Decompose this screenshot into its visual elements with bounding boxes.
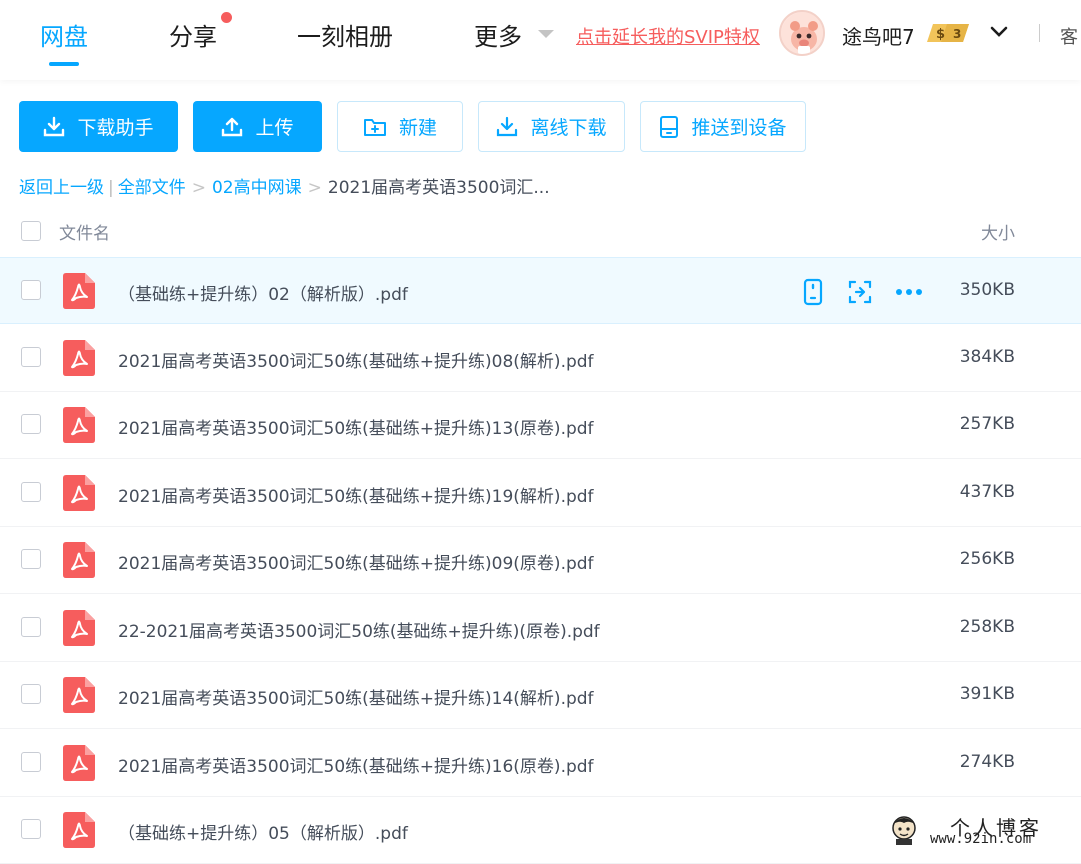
new-folder-button[interactable]: 新建 bbox=[337, 101, 463, 152]
share-link-icon[interactable] bbox=[847, 278, 873, 306]
push-to-device-label: 推送到设备 bbox=[691, 117, 787, 139]
cartoon-face-icon bbox=[892, 816, 916, 845]
blog-watermark: 个人博客 www.92in.com bbox=[888, 812, 1081, 852]
device-icon bbox=[660, 115, 679, 138]
file-name[interactable]: 2021届高考英语3500词汇50练(基础练+提升练)14(解析).pdf bbox=[118, 684, 594, 709]
chevron-down-icon[interactable] bbox=[538, 30, 554, 38]
file-size: 437KB bbox=[959, 482, 1015, 502]
download-helper-button[interactable]: 下载助手 bbox=[19, 101, 178, 152]
push-to-device-button[interactable]: 推送到设备 bbox=[640, 101, 806, 152]
file-name[interactable]: 2021届高考英语3500词汇50练(基础练+提升练)09(原卷).pdf bbox=[118, 549, 594, 574]
nav-tab-more[interactable]: 更多 bbox=[474, 17, 522, 52]
file-size: 350KB bbox=[959, 280, 1015, 300]
file-name[interactable]: 22-2021届高考英语3500词汇50练(基础练+提升练)(原卷).pdf bbox=[118, 617, 600, 642]
row-checkbox[interactable] bbox=[21, 752, 41, 772]
upload-label: 上传 bbox=[255, 117, 294, 139]
file-size: 274KB bbox=[959, 752, 1015, 772]
nav-tab-share[interactable]: 分享 bbox=[169, 17, 217, 52]
pdf-file-icon bbox=[63, 407, 95, 443]
username[interactable]: 途鸟吧7 bbox=[842, 21, 915, 50]
file-name[interactable]: （基础练+提升练）02（解析版）.pdf bbox=[118, 280, 408, 305]
notification-dot bbox=[221, 12, 232, 23]
pdf-file-icon bbox=[63, 340, 95, 376]
breadcrumb-separator: > bbox=[191, 178, 206, 198]
watermark-url: www.92in.com bbox=[930, 831, 1032, 847]
vip-level-text: 3 bbox=[953, 27, 961, 41]
row-checkbox[interactable] bbox=[21, 347, 41, 367]
row-checkbox[interactable] bbox=[21, 819, 41, 839]
file-size: 258KB bbox=[959, 617, 1015, 637]
chevron-down-icon[interactable] bbox=[990, 24, 1008, 40]
pdf-file-icon bbox=[63, 610, 95, 646]
file-row[interactable]: 2021届高考英语3500词汇50练(基础练+提升练)09(原卷).pdf 256… bbox=[0, 527, 1081, 594]
file-size: 256KB bbox=[959, 549, 1015, 569]
file-row[interactable]: 2021届高考英语3500词汇50练(基础练+提升练)14(解析).pdf 391… bbox=[0, 662, 1081, 729]
row-checkbox[interactable] bbox=[21, 482, 41, 502]
pdf-file-icon bbox=[63, 542, 95, 578]
pdf-file-icon bbox=[63, 677, 95, 713]
row-checkbox[interactable] bbox=[21, 549, 41, 569]
file-row[interactable]: 22-2021届高考英语3500词汇50练(基础练+提升练)(原卷).pdf 25… bbox=[0, 595, 1081, 662]
file-row[interactable]: 2021届高考英语3500词汇50练(基础练+提升练)08(解析).pdf 384… bbox=[0, 325, 1081, 392]
file-size: 391KB bbox=[959, 684, 1015, 704]
file-size: 257KB bbox=[959, 414, 1015, 434]
pdf-file-icon bbox=[63, 812, 95, 848]
file-name[interactable]: 2021届高考英语3500词汇50练(基础练+提升练)13(原卷).pdf bbox=[118, 414, 594, 439]
svip-renew-link[interactable]: 点击延长我的SVIP特权 bbox=[576, 23, 760, 49]
breadcrumb-all-files[interactable]: 全部文件 bbox=[118, 178, 186, 198]
new-folder-label: 新建 bbox=[398, 117, 437, 139]
file-row[interactable]: 2021届高考英语3500词汇50练(基础练+提升练)13(原卷).pdf 257… bbox=[0, 392, 1081, 459]
upload-icon bbox=[222, 117, 243, 136]
nav-tab-netdisk[interactable]: 网盘 bbox=[40, 17, 88, 52]
file-row[interactable]: 2021届高考英语3500词汇50练(基础练+提升练)19(解析).pdf 437… bbox=[0, 460, 1081, 527]
vip-level-badge: $ 3 bbox=[925, 22, 973, 44]
file-row[interactable]: 2021届高考英语3500词汇50练(基础练+提升练)16(原卷).pdf 274… bbox=[0, 730, 1081, 797]
offline-download-label: 离线下载 bbox=[530, 117, 607, 139]
breadcrumb: 返回上一级 | 全部文件 >02高中网课 >2021届高考英语3500词汇... bbox=[19, 173, 550, 198]
row-checkbox[interactable] bbox=[21, 280, 41, 300]
nav-divider bbox=[1039, 24, 1040, 42]
file-name[interactable]: 2021届高考英语3500词汇50练(基础练+提升练)19(解析).pdf bbox=[118, 482, 594, 507]
select-all-checkbox[interactable] bbox=[21, 221, 41, 241]
column-header-filename[interactable]: 文件名 bbox=[59, 219, 110, 244]
column-header-size[interactable]: 大小 bbox=[981, 219, 1015, 244]
file-name[interactable]: （基础练+提升练）05（解析版）.pdf bbox=[118, 819, 408, 844]
pdf-file-icon bbox=[63, 273, 95, 309]
row-checkbox[interactable] bbox=[21, 684, 41, 704]
row-checkbox[interactable] bbox=[21, 414, 41, 434]
client-download-link[interactable]: 客 bbox=[1060, 23, 1078, 49]
file-name[interactable]: 2021届高考英语3500词汇50练(基础练+提升练)16(原卷).pdf bbox=[118, 752, 594, 777]
vip-dollar-text: $ bbox=[936, 27, 945, 42]
breadcrumb-folder[interactable]: 02高中网课 bbox=[212, 178, 302, 198]
offline-download-button[interactable]: 离线下载 bbox=[478, 101, 625, 152]
download-icon bbox=[44, 116, 65, 136]
more-options-icon[interactable] bbox=[894, 278, 924, 306]
row-actions bbox=[800, 278, 930, 306]
upload-button[interactable]: 上传 bbox=[193, 101, 322, 152]
pdf-file-icon bbox=[63, 475, 95, 511]
file-row[interactable]: （基础练+提升练）02（解析版）.pdf 350KB bbox=[0, 257, 1081, 324]
active-tab-indicator bbox=[49, 62, 79, 66]
pdf-file-icon bbox=[63, 745, 95, 781]
breadcrumb-current: 2021届高考英语3500词汇... bbox=[327, 178, 550, 198]
breadcrumb-divider: | bbox=[108, 178, 114, 198]
offline-download-icon bbox=[497, 116, 518, 136]
download-helper-label: 下载助手 bbox=[77, 117, 154, 139]
file-name[interactable]: 2021届高考英语3500词汇50练(基础练+提升练)08(解析).pdf bbox=[118, 347, 594, 372]
top-navigation: 网盘 分享 一刻相册 更多 点击延长我的SVIP特权 途鸟吧7 $ 3 客 bbox=[0, 0, 1081, 80]
folder-plus-icon bbox=[363, 118, 386, 136]
push-to-phone-icon[interactable] bbox=[800, 278, 826, 306]
breadcrumb-separator: > bbox=[307, 178, 322, 198]
nav-tab-album[interactable]: 一刻相册 bbox=[297, 17, 393, 52]
avatar[interactable] bbox=[779, 10, 825, 56]
breadcrumb-back-link[interactable]: 返回上一级 bbox=[19, 178, 104, 198]
file-size: 384KB bbox=[959, 347, 1015, 367]
row-checkbox[interactable] bbox=[21, 617, 41, 637]
